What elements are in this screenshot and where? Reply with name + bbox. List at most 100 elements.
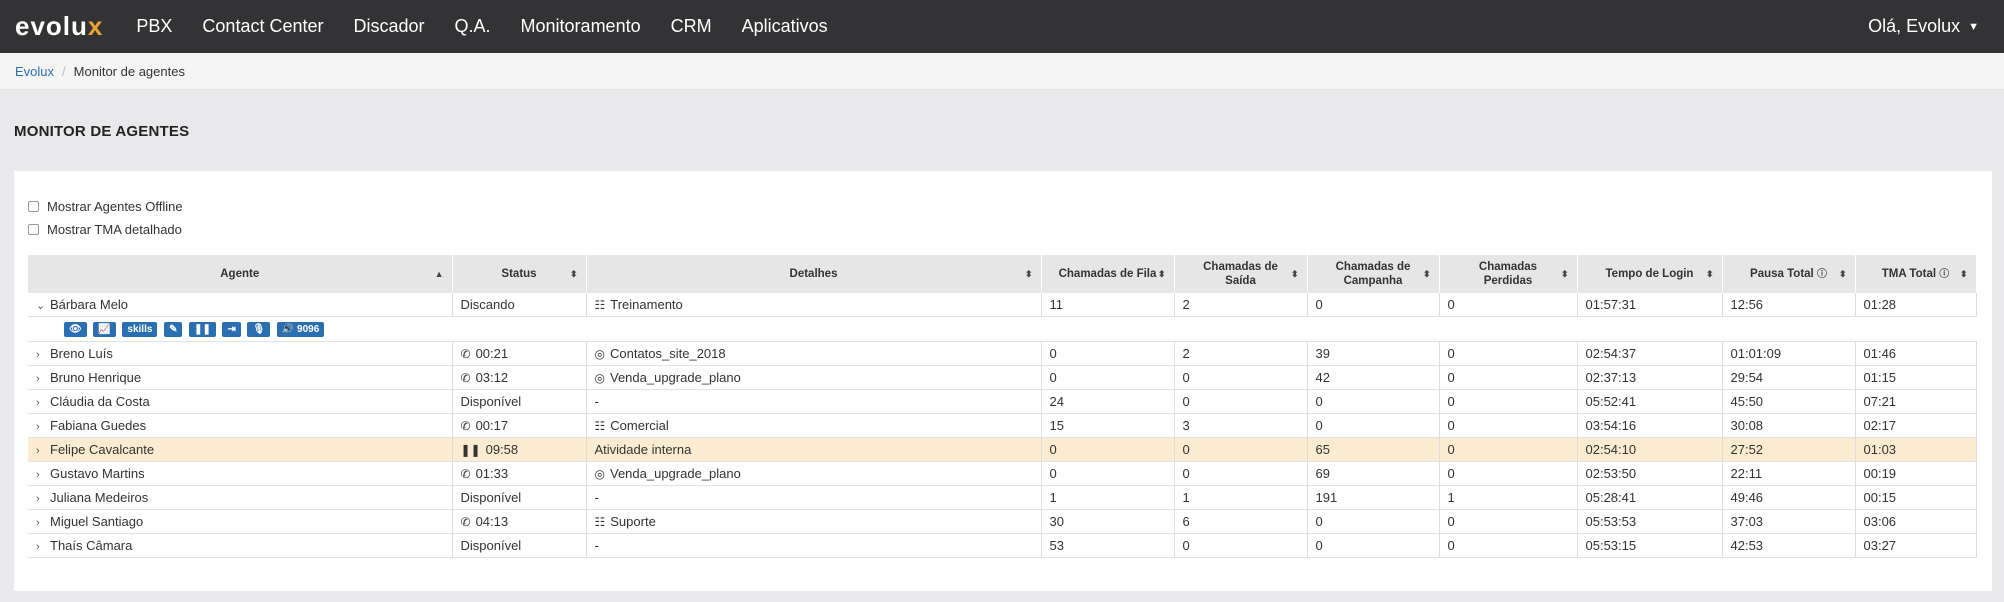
table-row[interactable]: › Juliana Medeiros Disponível - 1 1 191 1 05:28:… — [28, 485, 1977, 510]
status-text: 03:12 — [475, 370, 509, 385]
logo-text: evolu — [15, 11, 88, 41]
login-value: 02:54:37 — [1585, 346, 1637, 361]
agent-cell[interactable]: › Juliana Medeiros — [28, 485, 453, 510]
details-cell: - — [586, 533, 1042, 558]
table-row[interactable]: › Bruno Henrique ✆ 03:12 ◎ Venda_upgrade_plan… — [28, 365, 1977, 390]
breadcrumb-current: Monitor de agentes — [73, 63, 185, 79]
table-row[interactable]: › Thaís Câmara Disponível - 53 0 0 0 05:53:15 42:… — [28, 533, 1977, 558]
agent-cell[interactable]: › Gustavo Martins — [28, 461, 453, 486]
campanha-cell: 39 — [1307, 341, 1440, 366]
filter-offline[interactable]: Mostrar Agentes Offline — [28, 195, 1978, 218]
status-cell: Disponível — [452, 485, 587, 510]
status-text: 01:33 — [475, 466, 509, 481]
col-perdidas[interactable]: Chamadas Perdidas ⬍ — [1439, 255, 1578, 293]
perdidas-value: 0 — [1447, 514, 1455, 529]
chevron-right-icon[interactable]: › — [36, 445, 44, 457]
view-button[interactable]: 👁 — [64, 322, 87, 338]
edit-button[interactable]: ✎ — [164, 322, 183, 338]
chevron-right-icon[interactable]: › — [36, 469, 44, 481]
login-value: 02:53:50 — [1585, 466, 1637, 481]
agent-cell[interactable]: › Thaís Câmara — [28, 533, 453, 558]
login-cell: 02:37:13 — [1577, 365, 1723, 390]
chevron-right-icon[interactable]: › — [36, 493, 44, 505]
menu-aplicativos[interactable]: Aplicativos — [727, 16, 843, 37]
saida-value: 2 — [1182, 346, 1190, 361]
agent-cell[interactable]: › Cláudia da Costa — [28, 389, 453, 414]
col-campanha[interactable]: Chamadas de Campanha ⬍ — [1307, 255, 1440, 293]
fila-cell: 0 — [1041, 461, 1175, 486]
chevron-right-icon[interactable]: › — [36, 373, 44, 385]
col-status[interactable]: Status ⬍ — [452, 255, 587, 293]
offline-checkbox[interactable] — [28, 201, 39, 212]
status-text: 00:17 — [475, 418, 509, 433]
details-text: Treinamento — [610, 297, 683, 312]
table-row[interactable]: › Breno Luís ✆ 00:21 ◎ Contatos_site_2018 0 2 39… — [28, 341, 1977, 366]
help-icon[interactable]: ⓘ — [1817, 269, 1827, 280]
agent-cell[interactable]: › Breno Luís — [28, 341, 453, 366]
fila-value: 0 — [1049, 442, 1057, 457]
pause-button[interactable]: ❚❚ — [189, 322, 216, 338]
filter-tma[interactable]: Mostrar TMA detalhado — [28, 218, 1978, 241]
menu-qa[interactable]: Q.A. — [440, 16, 506, 37]
fila-cell: 0 — [1041, 341, 1175, 366]
status-cell: ✆ 03:12 — [452, 365, 587, 390]
table-row[interactable]: › Felipe Cavalcante ❚❚ 09:58 Atividade inter… — [28, 437, 1977, 462]
pausa-cell: 29:54 — [1722, 365, 1856, 390]
details-text: Contatos_site_2018 — [609, 346, 726, 361]
chart-button[interactable]: 📈 — [93, 322, 116, 338]
col-fila[interactable]: Chamadas de Fila ⬍ — [1041, 255, 1175, 293]
saida-value: 0 — [1182, 394, 1190, 409]
table-header-row: Agente ▲ Status ⬍ Detalhes ⬍ Chamadas de Fi… — [28, 255, 1977, 293]
col-tma[interactable]: TMA Total ⓘ ⬍ — [1855, 255, 1977, 293]
chevron-down-icon[interactable]: ⌄ — [36, 299, 45, 312]
agent-cell[interactable]: › Bruno Henrique — [28, 365, 453, 390]
help-icon[interactable]: ⓘ — [1939, 269, 1949, 280]
col-detalhes[interactable]: Detalhes ⬍ — [586, 255, 1042, 293]
chevron-right-icon[interactable]: › — [36, 517, 44, 529]
skills-button[interactable]: skills — [122, 322, 158, 338]
menu-crm[interactable]: CRM — [656, 16, 727, 37]
chevron-right-icon[interactable]: › — [36, 421, 44, 433]
agent-name: Felipe Cavalcante — [50, 442, 155, 457]
table-row[interactable]: › Fabiana Guedes ✆ 00:17 ☷ Comercial 15 3 0 0 03:5… — [28, 413, 1977, 438]
menu-discador[interactable]: Discador — [338, 16, 439, 37]
col-saida[interactable]: Chamadas de Saída ⬍ — [1174, 255, 1308, 293]
pausa-value: 45:50 — [1730, 394, 1764, 409]
chevron-right-icon[interactable]: › — [36, 541, 44, 553]
details-cell: ☷ Suporte — [586, 509, 1042, 534]
agent-cell[interactable]: ⌄ Bárbara Melo — [28, 293, 453, 317]
table-row[interactable]: › Cláudia da Costa Disponível - 24 0 0 0 05:52:4… — [28, 389, 1977, 414]
login-value: 05:28:41 — [1585, 490, 1637, 505]
campanha-cell: 0 — [1307, 413, 1440, 438]
menu-pbx[interactable]: PBX — [121, 16, 187, 37]
chevron-right-icon[interactable]: › — [36, 397, 44, 409]
tma-checkbox[interactable] — [28, 224, 39, 235]
breadcrumb-home[interactable]: Evolux — [15, 64, 54, 79]
col-login[interactable]: Tempo de Login ⬍ — [1577, 255, 1723, 293]
fila-value: 24 — [1049, 394, 1064, 409]
logout-button[interactable]: ⇥ — [222, 322, 241, 338]
mic-button[interactable]: 🎙 — [247, 322, 271, 338]
table-row[interactable]: › Gustavo Martins ✆ 01:33 ◎ Venda_upgrade_pla… — [28, 461, 1977, 486]
campanha-value: 0 — [1315, 538, 1323, 553]
evolux-logo[interactable]: evolux — [15, 11, 103, 42]
chevron-right-icon[interactable]: › — [36, 349, 44, 361]
tma-value: 00:15 — [1863, 490, 1897, 505]
menu-contact-center[interactable]: Contact Center — [187, 16, 338, 37]
tma-value: 00:19 — [1863, 466, 1897, 481]
col-agente[interactable]: Agente ▲ — [28, 255, 453, 293]
user-menu[interactable]: Olá, Evolux ▼ — [1868, 16, 1979, 37]
pausa-value: 01:01:09 — [1730, 346, 1782, 361]
agent-cell[interactable]: › Felipe Cavalcante — [28, 437, 453, 462]
details-cell: ◎ Venda_upgrade_plano — [586, 365, 1042, 390]
agent-cell[interactable]: › Miguel Santiago — [28, 509, 453, 534]
agent-cell[interactable]: › Fabiana Guedes — [28, 413, 453, 438]
extension-button[interactable]: 🔊 9096 — [276, 322, 325, 338]
perdidas-cell: 0 — [1439, 509, 1578, 534]
col-pausa[interactable]: Pausa Total ⓘ ⬍ — [1722, 255, 1856, 293]
perdidas-value: 0 — [1447, 442, 1455, 457]
fila-value: 0 — [1049, 370, 1057, 385]
table-row[interactable]: › Miguel Santiago ✆ 04:13 ☷ Suporte 30 6 0 0 05:53… — [28, 509, 1977, 534]
menu-monitoramento[interactable]: Monitoramento — [506, 16, 656, 37]
table-row[interactable]: ⌄ Bárbara Melo Discando ☷ Treinamento 11 2 0 0 01… — [28, 293, 1977, 317]
